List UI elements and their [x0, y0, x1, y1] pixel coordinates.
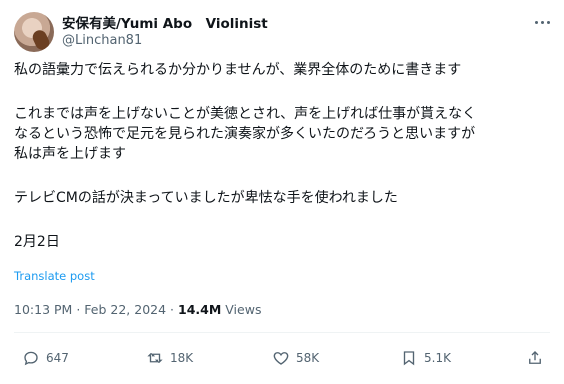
post-line: これまでは声を上げないことが美徳とされ、声を上げれば仕事が貰えなく: [14, 106, 477, 122]
action-bar: 647 18K 58K 5.1K: [22, 346, 546, 370]
divider: [14, 332, 550, 333]
repost-icon: [147, 353, 163, 363]
post-line: 私の語彙力で伝えられるか分かりませんが、業界全体のために書きます: [14, 62, 462, 78]
translate-post-link[interactable]: Translate post: [14, 269, 95, 283]
post-date[interactable]: Feb 22, 2024: [84, 302, 166, 317]
reply-icon: [24, 351, 38, 366]
like-button[interactable]: 58K: [272, 346, 319, 370]
author-handle[interactable]: @Linchan81: [62, 33, 142, 48]
author-name-row[interactable]: 安保有美/Yumi Abo Violinist: [62, 12, 268, 32]
heart-icon: [273, 352, 289, 365]
post-meta: 10:13 PM · Feb 22, 2024 · 14.4M Views: [14, 302, 261, 317]
bookmark-count: 5.1K: [424, 351, 451, 365]
post-time[interactable]: 10:13 PM: [14, 302, 72, 317]
repost-button[interactable]: 18K: [146, 346, 193, 370]
bookmark-button[interactable]: 5.1K: [400, 346, 451, 370]
meta-separator: ·: [76, 302, 81, 317]
post-line: テレビCMの話が決まっていましたが卑怯な手を使われました: [14, 190, 398, 206]
more-options-button[interactable]: [532, 12, 552, 32]
avatar-violin-shape: [30, 27, 52, 52]
more-dots-icon: [534, 20, 538, 24]
post-line: 私は声を上げます: [14, 146, 126, 162]
bookmark-icon: [403, 351, 415, 366]
reply-button[interactable]: 647: [22, 346, 69, 370]
views-label: Views: [225, 302, 262, 317]
reply-count: 647: [46, 351, 69, 365]
views-count: 14.4M: [178, 302, 222, 317]
avatar[interactable]: [14, 12, 54, 52]
share-button[interactable]: [526, 346, 544, 370]
author-display-name[interactable]: 安保有美/Yumi Abo Violinist: [62, 12, 268, 32]
post-line: なるという恐怖で足元を見られた演奏家が多くいたのだろうと思いますが: [14, 126, 476, 142]
share-icon: [529, 351, 541, 364]
repost-count: 18K: [170, 351, 194, 365]
meta-separator: ·: [170, 302, 175, 317]
like-count: 58K: [296, 351, 320, 365]
post-text: 私の語彙力で伝えられるか分かりませんが、業界全体のために書きます これまでは声を…: [14, 60, 554, 252]
post-line: 2月2日: [14, 234, 60, 250]
